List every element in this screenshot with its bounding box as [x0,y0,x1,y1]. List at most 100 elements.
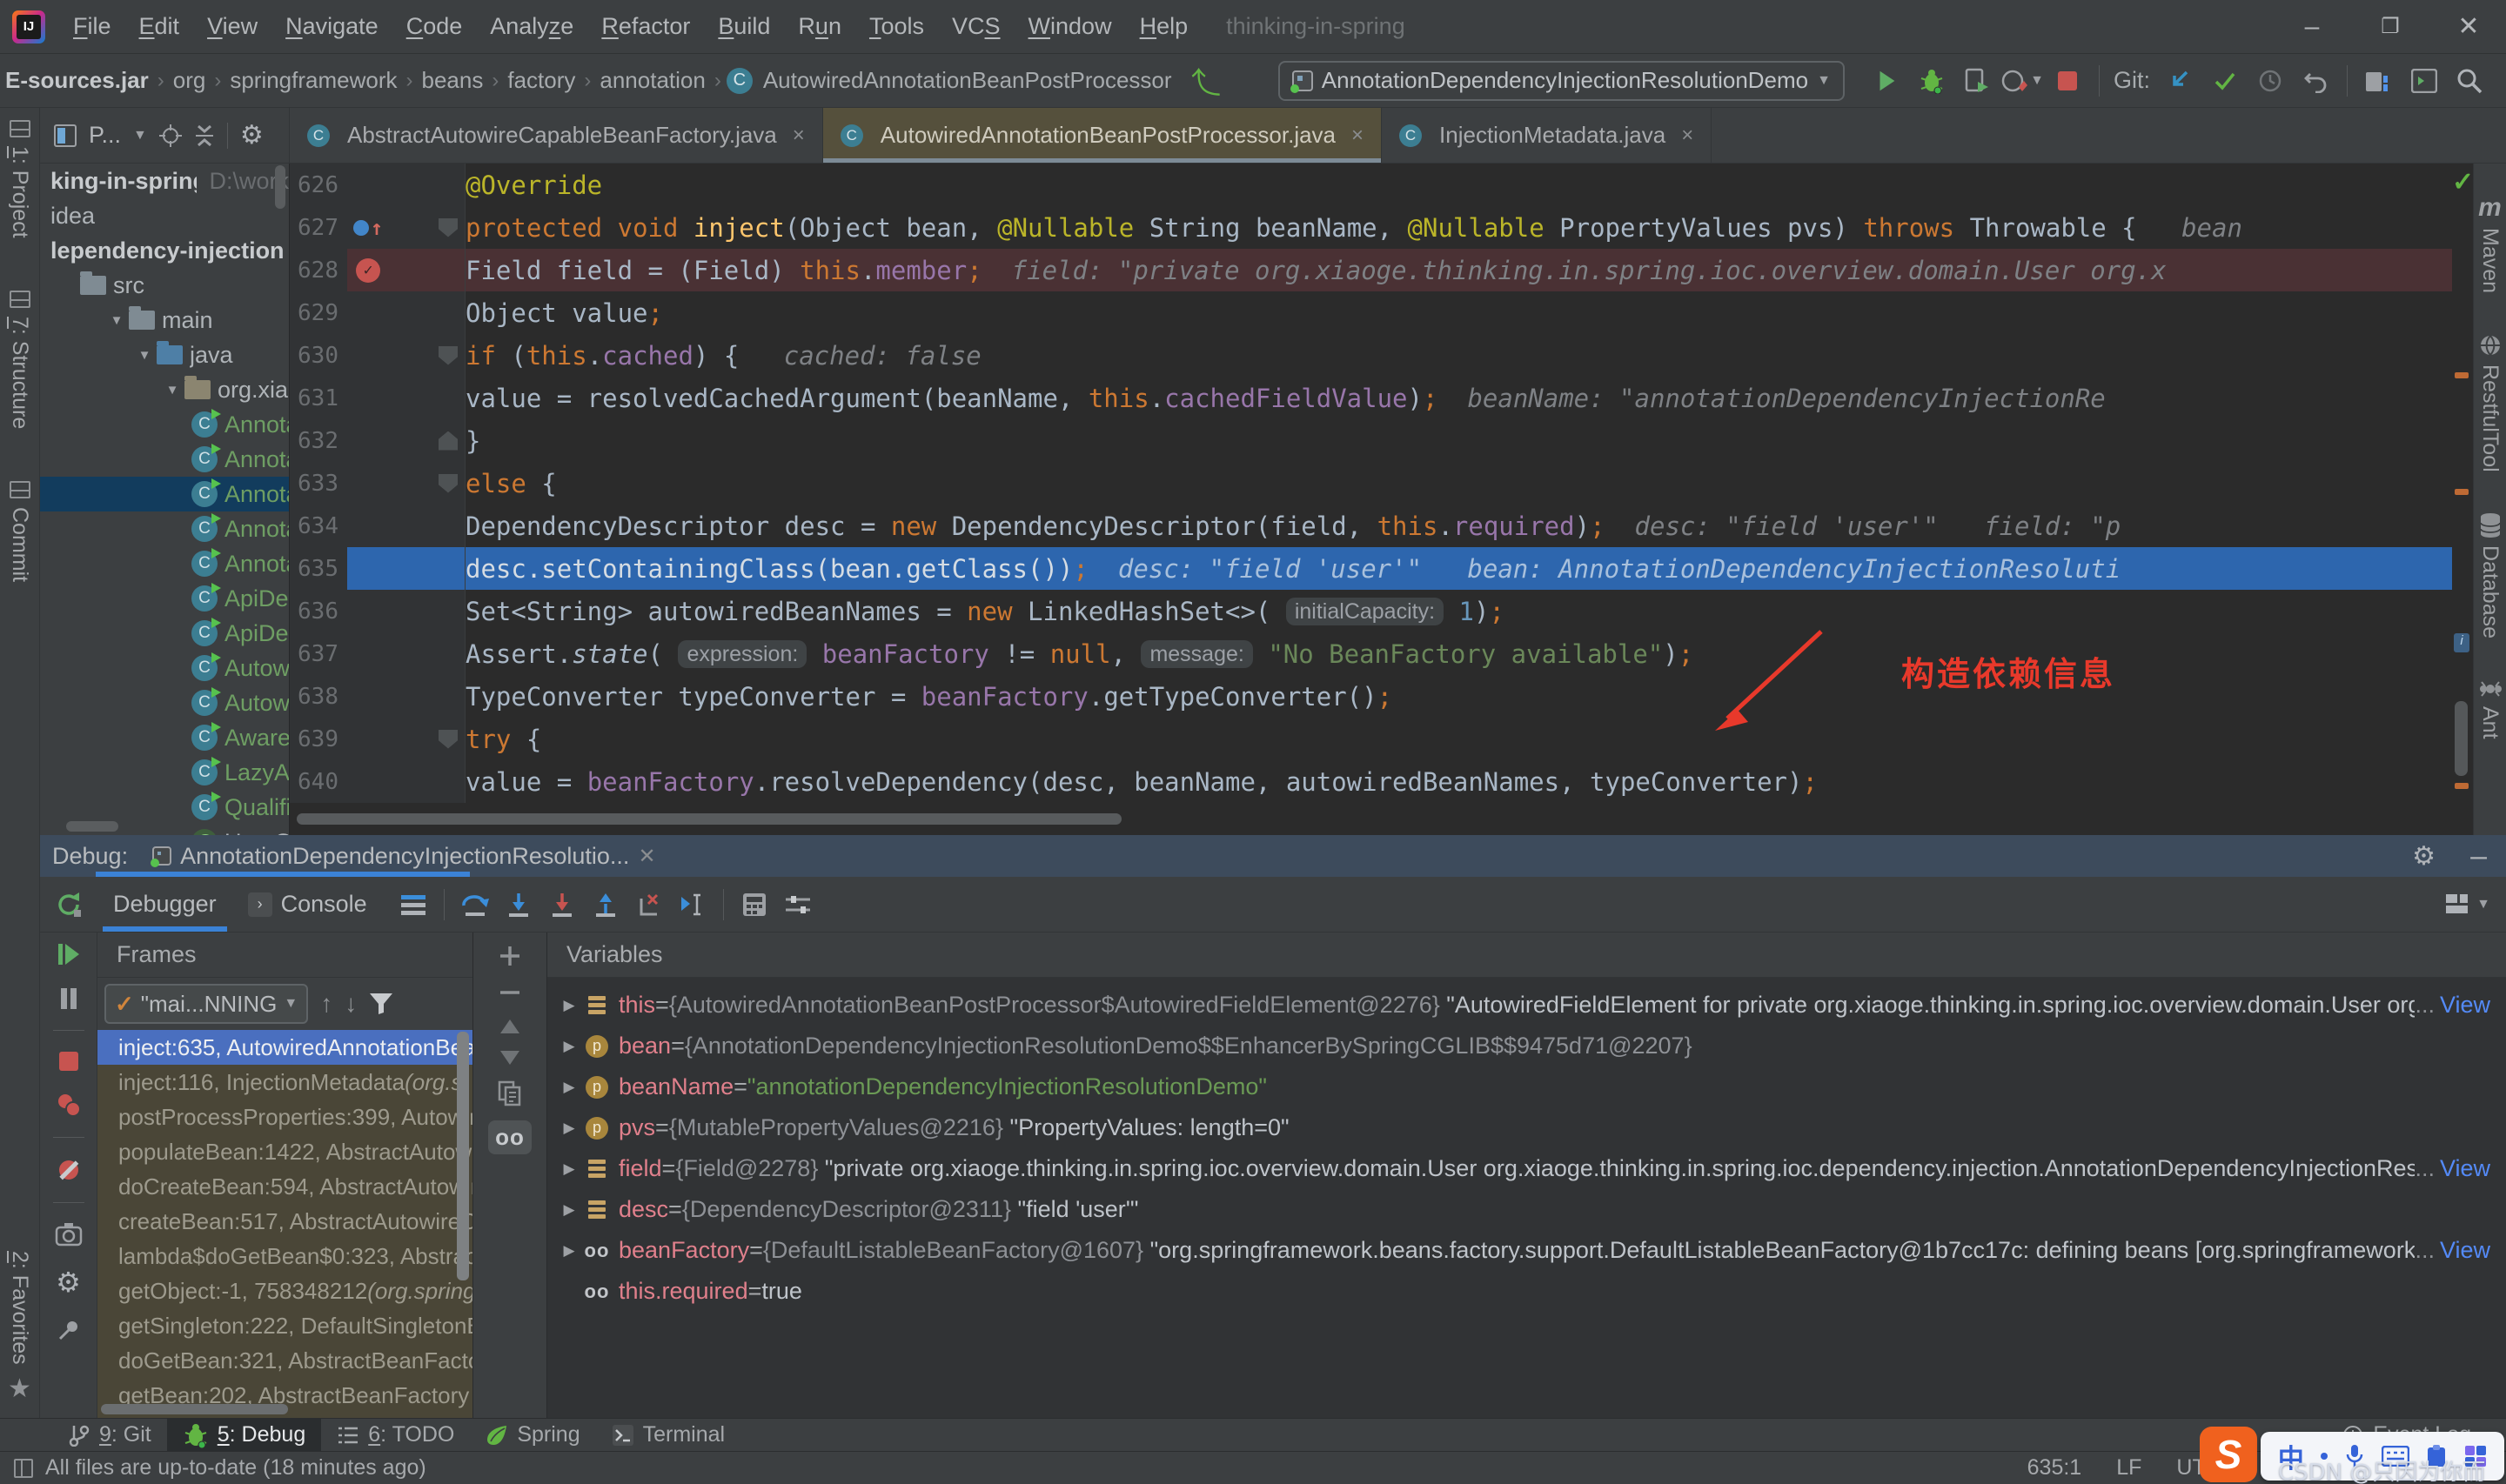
thread-dump-icon[interactable] [55,1222,83,1247]
tree-item[interactable]: CApiDepe [40,581,289,616]
variable-row[interactable]: ▶ppvs = {MutablePropertyValues@2216} "Pr… [547,1107,2506,1148]
search-everywhere-button[interactable] [2447,62,2492,100]
view-link[interactable]: View [2440,992,2490,1019]
quickfix-arrow-icon[interactable]: ⤴ [1191,59,1221,102]
drop-frame-button[interactable] [627,886,671,924]
locate-file-icon[interactable] [159,124,182,147]
variable-row[interactable]: ▶pbeanName = "annotationDependencyInject… [547,1066,2506,1107]
view-breakpoints-icon[interactable] [56,1092,82,1118]
line-number[interactable]: 635 [290,547,347,590]
commit-button[interactable] [2202,62,2248,100]
code-line[interactable]: 626 @Override [290,164,2452,206]
gear-icon[interactable]: ⚙ [240,120,264,150]
variable-row[interactable]: oothis.required = true [547,1271,2506,1312]
breadcrumb-class[interactable]: AutowiredAnnotationBeanPostProcessor [760,67,1176,94]
stack-frame[interactable]: inject:635, AutowiredAnnotationBea [97,1030,472,1065]
code-line[interactable]: 628✓ Field field = (Field) this.member;f… [290,249,2452,291]
expand-icon[interactable]: ▶ [556,1160,582,1178]
rollback-button[interactable] [2293,62,2338,100]
expand-icon[interactable]: ▶ [556,1201,582,1219]
stack-frame[interactable]: populateBean:1422, AbstractAutowi [97,1134,472,1169]
stripe-commit[interactable]: Commit [7,481,32,582]
close-button[interactable]: ✕ [2454,11,2483,42]
show-execution-point-button[interactable] [392,886,435,924]
code-line[interactable]: 636 Set<String> autowiredBeanNames = new… [290,590,2452,632]
add-watch-icon[interactable] [499,945,521,967]
local-changes-button[interactable] [2356,62,2402,100]
code-line[interactable]: 633 else { [290,462,2452,505]
variable-row[interactable]: ▶oobeanFactory = {DefaultListableBeanFac… [547,1230,2506,1271]
run-button[interactable] [1864,62,1909,100]
line-number[interactable]: 630 [290,334,347,377]
line-number[interactable]: 626 [290,164,347,206]
code-line[interactable]: 635 desc.setContainingClass(bean.getClas… [290,547,2452,590]
tab-console[interactable]: ›Console [232,877,383,932]
settings-icon[interactable]: ⚙ [56,1266,81,1299]
tree-item[interactable]: king-in-springD:\work [40,164,289,198]
chevron-down-icon[interactable]: ▼ [162,383,183,398]
menu-run[interactable]: Run [784,13,855,40]
tree-item[interactable]: src [40,268,289,303]
menu-window[interactable]: Window [1015,13,1126,40]
tree-item[interactable]: CAutowiri [40,651,289,685]
chevron-down-icon[interactable]: ▼ [106,313,127,328]
menu-view[interactable]: View [193,13,271,40]
menu-refactor[interactable]: Refactor [587,13,704,40]
stack-frame[interactable]: createBean:517, AbstractAutowireCa [97,1204,472,1239]
menu-tools[interactable]: Tools [855,13,938,40]
line-number[interactable]: 633 [290,462,347,505]
minimize-button[interactable]: – [2297,12,2327,42]
toolwindow-spring[interactable]: Spring [470,1419,595,1451]
menu-edit[interactable]: Edit [125,13,194,40]
stack-frame[interactable]: lambda$doGetBean$0:323, Abstract [97,1239,472,1273]
line-number[interactable]: 637 [290,632,347,675]
frames-horizontal-scrollbar[interactable] [101,1404,288,1414]
stop-button[interactable] [2045,62,2090,100]
profiler-button[interactable]: ▼ [2000,62,2045,100]
tree-item[interactable]: CAnnotati [40,442,289,477]
sogou-ime-logo[interactable]: S [2200,1427,2257,1482]
variable-row[interactable]: ▶pbean = {AnnotationDependencyInjectionR… [547,1026,2506,1066]
menu-build[interactable]: Build [704,13,784,40]
breakpoint-icon[interactable]: ✓ [356,258,380,283]
breadcrumb-item[interactable]: E-sources.jar [0,67,152,94]
line-number[interactable]: 639 [290,718,347,760]
stop-icon[interactable] [57,1050,80,1073]
rerun-debugger-icon[interactable] [55,891,83,919]
line-number[interactable]: 627 [290,206,347,249]
line-number[interactable]: 640 [290,760,347,803]
tree-item[interactable]: CAnnotati [40,407,289,442]
stack-frame[interactable]: postProcessProperties:399, Autowire [97,1100,472,1134]
code-line[interactable]: 630 if (this.cached) { cached: false [290,334,2452,377]
line-number[interactable]: 629 [290,291,347,334]
tree-item[interactable]: CAnnotati [40,511,289,546]
tree-item[interactable]: CAnnotati [40,546,289,581]
close-icon[interactable]: × [1681,124,1693,148]
pin-icon[interactable] [57,1318,81,1342]
line-number[interactable]: 631 [290,377,347,419]
tool-button-ant[interactable]: Ant [2477,678,2503,739]
code-line[interactable]: 639 try { [290,718,2452,760]
expand-icon[interactable]: ▶ [556,1038,582,1055]
breadcrumb-item[interactable]: factory [504,67,579,94]
editor-horizontal-scrollbar[interactable] [297,813,1122,825]
debug-button[interactable] [1909,62,1954,100]
evaluate-expression-button[interactable] [733,886,776,924]
tree-item[interactable]: CApiDepe [40,616,289,651]
tree-item[interactable]: CAnnotati [40,477,289,511]
mute-breakpoints-icon[interactable] [56,1157,82,1183]
filter-icon[interactable] [369,993,393,1015]
line-separator[interactable]: LF [2116,1455,2141,1481]
remove-watch-icon[interactable] [499,981,521,1004]
tree-item[interactable]: CLazyAnn [40,755,289,790]
line-number[interactable]: 632 [290,419,347,462]
view-link[interactable]: View [2440,1155,2490,1182]
collapse-all-icon[interactable] [194,124,215,147]
menu-file[interactable]: File [59,13,125,40]
stripe-1-project[interactable]: 1: Project [7,120,32,238]
close-icon[interactable]: × [793,124,805,148]
code-line[interactable]: 637 Assert.state( expression: beanFactor… [290,632,2452,675]
info-mark[interactable]: i [2454,633,2469,652]
line-number[interactable]: 634 [290,505,347,547]
variable-row[interactable]: ▶this = {AutowiredAnnotationBeanPostProc… [547,985,2506,1026]
